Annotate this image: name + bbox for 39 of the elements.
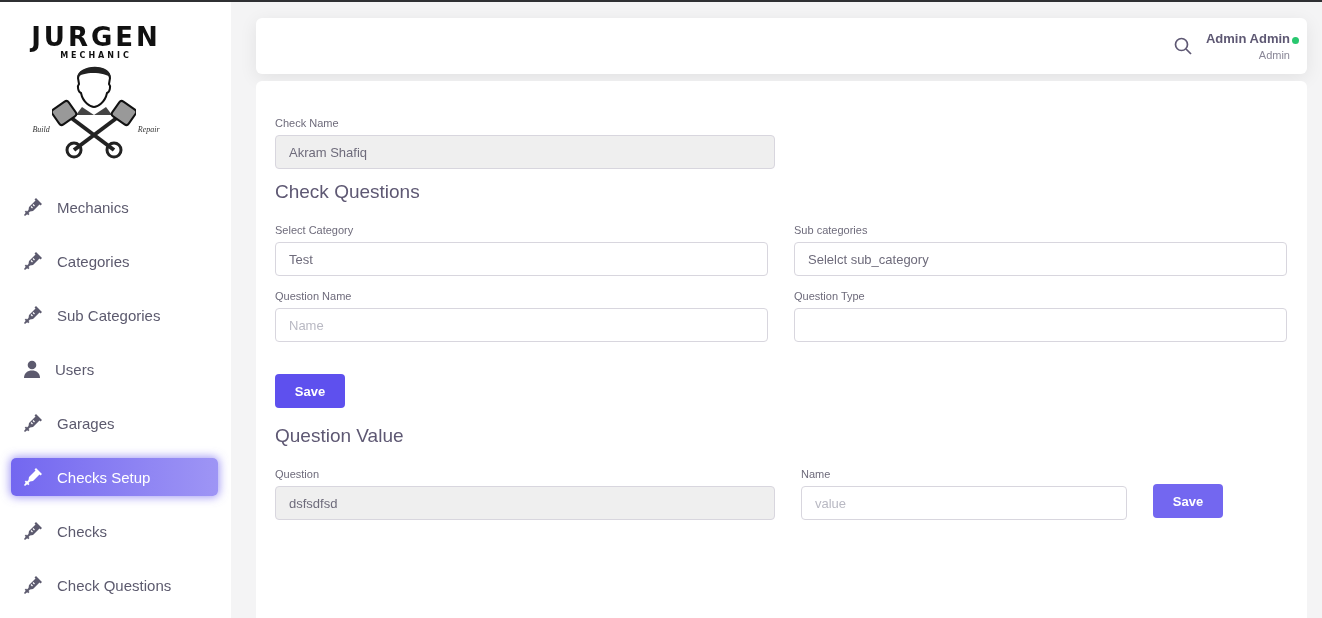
field-label: Question	[275, 468, 321, 480]
user-icon	[23, 360, 41, 378]
field-label: Question Type	[794, 290, 866, 302]
sidebar-item[interactable]: Check Questions	[11, 566, 218, 604]
input-field[interactable]: Test	[275, 242, 768, 276]
field-label: Check Name	[275, 117, 340, 129]
input-field[interactable]: Name	[275, 308, 768, 342]
field-label: Sub categories	[794, 224, 869, 236]
logo-tag: Repair	[137, 125, 160, 134]
input-field[interactable]: Selelct sub_category	[794, 242, 1287, 276]
tool-icon	[23, 413, 43, 433]
tool-icon	[23, 251, 43, 271]
logo-title: JURGEN	[31, 24, 161, 50]
field-label: Name	[801, 468, 832, 480]
sidebar-item[interactable]: Checks	[11, 512, 218, 550]
user-name[interactable]: Admin Admin	[1206, 31, 1290, 46]
save-button[interactable]: Save	[1153, 484, 1223, 518]
section-title: Check Questions	[275, 181, 421, 203]
tool-icon	[23, 521, 43, 541]
logo-tag: Build	[32, 125, 50, 134]
sidebar-item[interactable]: Garages	[11, 404, 218, 442]
input-field[interactable]: value	[801, 486, 1127, 520]
sidebar-item[interactable]: Categories	[11, 242, 218, 280]
tool-icon	[23, 575, 43, 595]
sidebar-item[interactable]: Users	[11, 350, 218, 388]
sidebar-item[interactable]: Checks Setup	[11, 458, 218, 496]
search-icon[interactable]	[1174, 37, 1192, 55]
field-label: Select Category	[275, 224, 355, 236]
input-field[interactable]	[794, 308, 1287, 342]
tool-icon	[23, 305, 43, 325]
save-button[interactable]: Save	[275, 374, 345, 408]
logo-subtitle: MECHANIC	[60, 51, 132, 60]
user-role: Admin	[1258, 49, 1290, 61]
sidebar-item[interactable]: Sub Categories	[11, 296, 218, 334]
field-label: Question Name	[275, 290, 353, 302]
sidebar-item[interactable]: Mechanics	[11, 188, 218, 226]
tool-icon	[23, 197, 43, 217]
tool-icon	[23, 467, 43, 487]
section-title: Question Value	[275, 425, 405, 447]
